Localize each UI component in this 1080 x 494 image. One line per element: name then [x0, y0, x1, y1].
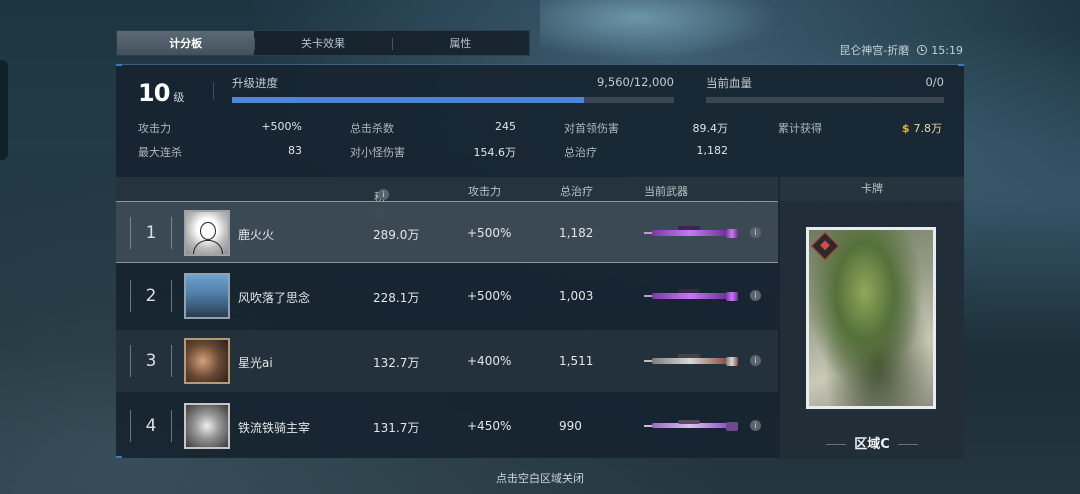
weapon-info-icon[interactable]: i: [750, 227, 761, 238]
stat-label: 累计获得: [778, 122, 822, 135]
avatar[interactable]: [184, 403, 230, 449]
stat-max-streak: 最大连杀 83: [138, 144, 302, 160]
time-label: 15:19: [931, 43, 963, 57]
purple-assault-rifle-icon: [644, 419, 738, 433]
attack: +400%: [467, 354, 512, 368]
stat-label: 总击杀数: [350, 122, 394, 135]
avatar[interactable]: [184, 210, 230, 256]
upgrade-bar: [232, 97, 674, 103]
stat-label: 攻击力: [138, 122, 171, 135]
stat-minion-damage: 对小怪伤害 154.6万: [350, 144, 516, 160]
stat-value: +500%: [261, 120, 302, 133]
player-name: 星光ai: [238, 356, 273, 370]
purple-sniper-rifle-icon: [644, 289, 738, 303]
top-status: 昆仑神宫-折磨 15:19: [839, 42, 963, 58]
weapon-info-icon[interactable]: i: [750, 290, 761, 301]
rank: 4: [130, 410, 172, 442]
health-value: 0/0: [925, 75, 944, 89]
grey-sniper-rifle-icon: [644, 354, 738, 368]
tab-attributes[interactable]: 属性: [391, 31, 529, 55]
location-label: 昆仑神宫-折磨: [839, 44, 910, 57]
panel-corner: [116, 64, 122, 66]
card-header: 卡牌: [780, 177, 964, 201]
stat-value: 83: [288, 144, 302, 157]
heal: 1,003: [559, 289, 594, 303]
card-label: 区域C: [780, 433, 964, 452]
card-area[interactable]: 区域C: [780, 201, 964, 459]
stat-total-kills: 总击杀数 245: [350, 120, 516, 136]
table-row[interactable]: 2 风吹落了思念 228.1万 +500% 1,003 i: [116, 265, 778, 327]
weapon-info-icon[interactable]: i: [750, 420, 761, 431]
stat-total-heal: 总治疗 1,182: [564, 144, 728, 160]
stat-value: 89.4万: [692, 122, 729, 135]
rank: 2: [130, 280, 172, 312]
stat-boss-damage: 对首领伤害 89.4万: [564, 120, 728, 136]
card-rarity-badge-icon: [810, 231, 840, 261]
rank: 1: [130, 217, 172, 249]
level-unit: 级: [173, 91, 185, 104]
avatar[interactable]: [184, 273, 230, 319]
panel-corner: [958, 64, 964, 66]
score: 289.0万: [373, 228, 420, 242]
stat-label: 最大连杀: [138, 146, 182, 159]
left-edge-handle: [0, 60, 8, 160]
table-header: 积分i 攻击力 总治疗 当前武器: [116, 177, 778, 220]
heal: 990: [559, 419, 582, 433]
player-name: 风吹落了思念: [238, 291, 311, 305]
player-name: 铁流铁骑主宰: [238, 421, 311, 435]
attack: +500%: [467, 226, 512, 240]
health-label: 当前血量: [706, 76, 752, 90]
stat-value: 245: [495, 120, 516, 133]
stat-earned: 累计获得 $7.8万: [778, 120, 942, 136]
upgrade-label: 升级进度: [232, 76, 278, 90]
upgrade-value: 9,560/12,000: [596, 75, 674, 89]
score: 131.7万: [373, 421, 420, 435]
health-bar: [706, 97, 944, 103]
clock-icon: [917, 45, 928, 55]
background-sculpture: [540, 0, 780, 60]
heal: 1,511: [559, 354, 594, 368]
card-artwork[interactable]: [806, 227, 936, 409]
player-name: 鹿火火: [238, 228, 275, 242]
stat-label: 对小怪伤害: [350, 146, 405, 159]
attack: +500%: [467, 289, 512, 303]
stat-attack: 攻击力 +500%: [138, 120, 302, 136]
stat-label: 总治疗: [564, 146, 597, 159]
health-progress: 当前血量 0/0: [706, 75, 944, 103]
stat-value: 154.6万: [473, 146, 517, 159]
scoreboard-panel: 10 级 升级进度 9,560/12,000 当前血量 0/0 攻击力 +500…: [116, 64, 964, 459]
weapon-info-icon[interactable]: i: [750, 355, 761, 366]
earned-amount: 7.8万: [913, 122, 943, 135]
score: 228.1万: [373, 291, 420, 305]
table-row[interactable]: 4 铁流铁骑主宰 131.7万 +450% 990 i: [116, 395, 778, 457]
info-icon[interactable]: i: [378, 189, 389, 200]
purple-sniper-rifle-icon: [644, 226, 738, 240]
stat-label: 对首领伤害: [564, 122, 619, 135]
coin-icon: $: [901, 122, 910, 135]
clock: 15:19: [917, 44, 963, 57]
attack: +450%: [467, 419, 512, 433]
level-number: 10: [138, 79, 170, 107]
stat-value: 1,182: [696, 144, 729, 157]
tab-bar: 计分板 关卡效果 属性: [116, 30, 530, 56]
score: 132.7万: [373, 356, 420, 370]
col-weapon: 当前武器: [644, 185, 688, 198]
col-attack: 攻击力: [468, 185, 501, 198]
divider: [213, 82, 214, 100]
table-row[interactable]: 3 星光ai 132.7万 +400% 1,511 i: [116, 330, 778, 392]
upgrade-progress: 升级进度 9,560/12,000: [232, 75, 674, 103]
tab-scoreboard[interactable]: 计分板: [117, 31, 255, 55]
stat-value: $7.8万: [902, 120, 942, 136]
heal: 1,182: [559, 226, 594, 240]
player-level: 10 级: [138, 79, 184, 107]
tab-stage-effects[interactable]: 关卡效果: [254, 31, 391, 55]
rank: 3: [130, 345, 172, 377]
upgrade-bar-fill: [232, 97, 585, 103]
avatar[interactable]: [184, 338, 230, 384]
col-heal: 总治疗: [560, 185, 593, 198]
table-row[interactable]: 1 鹿火火 289.0万 +500% 1,182 i: [116, 201, 778, 263]
close-hint[interactable]: 点击空白区域关闭: [0, 470, 1080, 486]
